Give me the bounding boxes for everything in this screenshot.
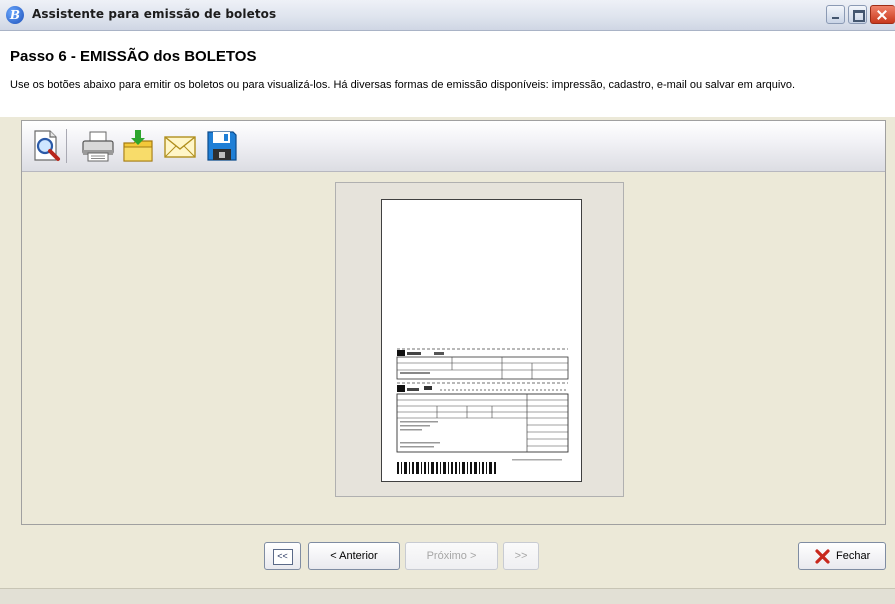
- register-button[interactable]: [120, 128, 156, 164]
- first-step-label: <<: [272, 549, 293, 565]
- preview-button[interactable]: [28, 128, 64, 164]
- previous-button[interactable]: < Anterior: [308, 542, 400, 570]
- print-button[interactable]: [80, 128, 116, 164]
- close-button-label: Fechar: [836, 550, 871, 562]
- boleto-document-image: [396, 348, 569, 474]
- folder-download-icon: [123, 130, 153, 162]
- boleto-preview-frame: [335, 182, 624, 497]
- magnifier-page-icon: [34, 130, 60, 161]
- close-window-button[interactable]: [870, 5, 895, 24]
- close-button[interactable]: Fechar: [798, 542, 886, 570]
- save-button[interactable]: [204, 128, 240, 164]
- app-logo-icon: B: [6, 6, 24, 24]
- preview-panel: [21, 120, 886, 525]
- title-bar[interactable]: B Assistente para emissão de boletos: [0, 0, 895, 31]
- envelope-icon: [164, 136, 196, 158]
- toolbar-separator: [66, 129, 67, 163]
- status-bar: [0, 588, 895, 604]
- last-step-button[interactable]: >>: [503, 542, 539, 570]
- minimize-button[interactable]: [826, 5, 845, 24]
- step-title: Passo 6 - EMISSÃO dos BOLETOS: [10, 48, 257, 65]
- step-header: Passo 6 - EMISSÃO dos BOLETOS Use os bot…: [0, 31, 895, 117]
- first-step-button[interactable]: <<: [264, 542, 301, 570]
- printer-icon: [82, 131, 114, 162]
- floppy-disk-icon: [207, 131, 237, 161]
- emission-toolbar: [22, 121, 885, 172]
- email-button[interactable]: [162, 128, 198, 164]
- step-description: Use os botões abaixo para emitir os bole…: [10, 79, 796, 91]
- window-title: Assistente para emissão de boletos: [32, 7, 277, 21]
- maximize-button[interactable]: [848, 5, 867, 24]
- wizard-window: B Assistente para emissão de boletos Pas…: [0, 0, 895, 604]
- boleto-page-thumbnail[interactable]: [381, 199, 582, 482]
- next-button[interactable]: Próximo >: [405, 542, 498, 570]
- red-x-icon: [815, 549, 830, 564]
